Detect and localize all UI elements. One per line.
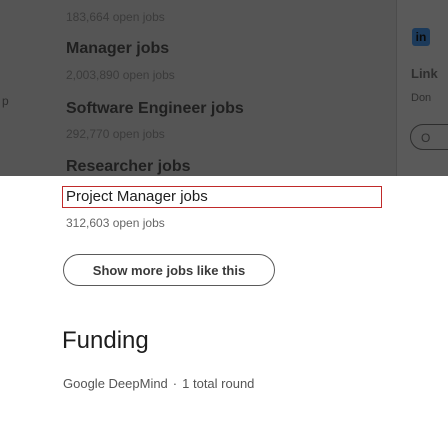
funding-summary: Google DeepMind · 1 total round — [63, 376, 254, 391]
show-more-jobs-button[interactable]: Show more jobs like this — [63, 254, 275, 286]
background-card-heading: Link — [411, 66, 438, 81]
background-job-count: 2,003,890 open jobs — [66, 68, 175, 82]
background-job-title: Researcher jobs — [66, 158, 191, 175]
background-edge-text: p — [2, 94, 9, 108]
separator-dot: · — [172, 376, 178, 391]
background-job-count: 292,770 open jobs — [66, 127, 165, 141]
job-link-project-manager[interactable]: Project Manager jobs — [66, 188, 208, 205]
job-open-count: 312,603 open jobs — [66, 216, 165, 230]
linkedin-logo-icon: in — [412, 28, 430, 46]
dimmed-background-page: 183,664 open jobs Manager jobs 2,003,890… — [0, 0, 448, 176]
funding-rounds: 1 total round — [182, 376, 255, 391]
funding-company: Google DeepMind — [63, 376, 168, 391]
background-job-count: 183,664 open jobs — [66, 10, 165, 24]
background-card-subtext: Don — [411, 92, 432, 104]
background-job-title: Software Engineer jobs — [66, 100, 244, 117]
background-job-title: Manager jobs — [66, 40, 170, 57]
funding-heading: Funding — [62, 327, 149, 354]
background-job-list: 183,664 open jobs Manager jobs 2,003,890… — [0, 0, 400, 176]
background-card-button: O — [410, 124, 448, 150]
